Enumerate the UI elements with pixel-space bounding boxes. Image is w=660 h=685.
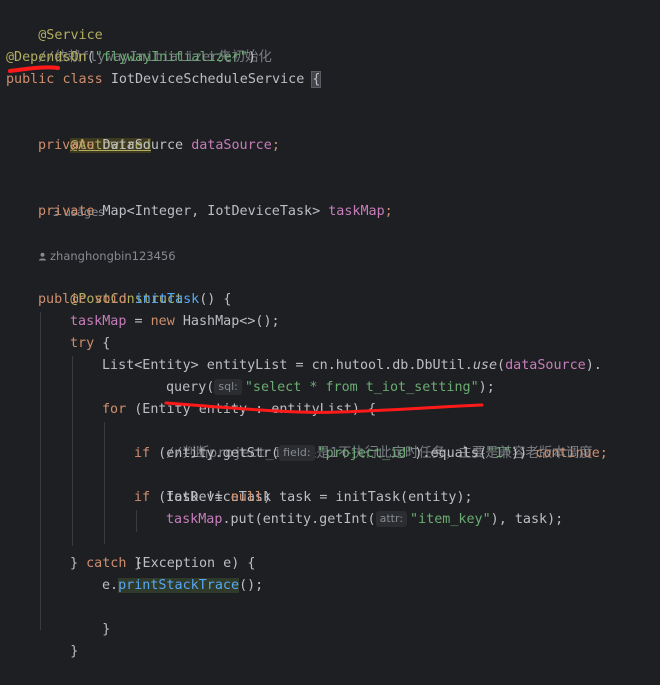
code-text: (Exception e) {: [126, 556, 256, 571]
keyword-if: if: [134, 446, 151, 461]
author-label[interactable]: zhanghongbin123456: [50, 249, 176, 263]
semicolon: ;: [271, 138, 280, 153]
code-text: {: [94, 336, 111, 351]
author-hint[interactable]: zhanghongbin123456: [38, 245, 176, 267]
brace-match-highlight: {: [311, 71, 322, 88]
keyword-try: try: [70, 336, 95, 351]
keyword-for: for: [102, 402, 127, 417]
code-line-1: @Service: [6, 3, 103, 43]
code-line-27: }: [38, 619, 78, 659]
code-line-11: @PostConstruct: [38, 267, 183, 307]
code-line-4: public class IotDeviceScheduleService {: [6, 69, 322, 91]
string-itemkey: "item_key": [410, 512, 491, 527]
method-query: query(: [166, 380, 215, 395]
code-line-23: }: [102, 531, 142, 571]
keyword-void: void: [94, 292, 127, 307]
keyword-private: private: [38, 138, 95, 153]
field-taskmap: taskMap: [328, 204, 385, 219]
code-text: ();: [239, 578, 264, 593]
code-line-22: taskMap.put(entity.getInt(attr: "item_key…: [166, 509, 563, 531]
code-text: (task !=: [150, 490, 231, 505]
code-text: ).equals(: [414, 446, 487, 461]
code-text: List<Entity> entityList = cn.hutool.db.D…: [102, 358, 473, 373]
paren: ): [247, 50, 256, 65]
code-text: () {: [199, 292, 232, 307]
indent-guide: [72, 356, 73, 546]
type-name: Map<Integer, IotDeviceTask>: [102, 204, 321, 219]
code-text: =: [126, 314, 151, 329]
paren: ): [263, 490, 272, 505]
code-text: )): [511, 446, 536, 461]
code-text: HashMap<>();: [174, 314, 280, 329]
closing-brace: }: [70, 556, 87, 571]
indent-guide: [104, 422, 105, 544]
parameter-hint-sql: sql:: [214, 379, 242, 395]
code-line-15: List<Entity> entityList = cn.hutool.db.D…: [102, 355, 602, 377]
code-text: (entity.getStr(: [150, 446, 280, 461]
code-line-2: //依赖flywayInitializer先初始化: [6, 25, 272, 65]
field-datasource: dataSource: [505, 358, 586, 373]
closing-brace: }: [102, 622, 111, 637]
closing-brace: }: [70, 644, 79, 659]
string-projectid: "project_id": [317, 446, 415, 461]
code-line-19: if (entity.getStr(field: "project_id").eq…: [134, 443, 608, 465]
code-line-24: } catch (Exception e) {: [70, 553, 255, 575]
keyword-new: new: [150, 314, 175, 329]
code-text: .put(entity.getInt(: [222, 512, 376, 527]
method-use: use: [472, 358, 498, 373]
keyword-null: null: [230, 490, 263, 505]
parameter-hint-attr: attr:: [375, 511, 408, 527]
code-text: );: [478, 380, 495, 395]
code-line-26: }: [70, 597, 110, 637]
field-taskmap: taskMap: [166, 512, 223, 527]
type-name: DataSource: [102, 138, 184, 153]
paren: (: [86, 50, 95, 65]
dependson-annotation: @DependsOn: [6, 50, 87, 65]
parameter-hint-field: field:: [279, 445, 315, 461]
code-text: (Entity entity : entityList) {: [126, 402, 377, 417]
field-datasource: dataSource: [191, 138, 272, 153]
code-line-7: private DataSource dataSource;: [38, 135, 280, 157]
code-editor[interactable]: @Service //依赖flywayInitializer先初始化 @Depe…: [0, 0, 660, 659]
class-name: IotDeviceScheduleService: [110, 72, 305, 87]
code-text: ), task);: [490, 512, 564, 527]
code-line-9: private Map<Integer, IotDeviceTask> task…: [38, 201, 393, 223]
semicolon: ;: [599, 446, 608, 461]
sql-string: "select * from t_iot_setting": [244, 380, 479, 395]
method-printstacktrace: printStackTrace: [118, 578, 240, 593]
keyword-public: public: [6, 72, 55, 87]
method-inittask: initTask: [134, 292, 200, 307]
field-taskmap: taskMap: [70, 314, 127, 329]
keyword-private: private: [38, 204, 95, 219]
paren: (: [497, 358, 506, 373]
code-line-18: //判断project_id如果是1不执行此定时任务，主要是兼容老版本调度: [134, 421, 592, 461]
usages-hint[interactable]: 3 usages: [38, 179, 105, 219]
keyword-continue: continue: [535, 446, 600, 461]
code-line-25: e.printStackTrace();: [102, 575, 263, 597]
code-line-21: if (task != null): [134, 487, 271, 509]
code-text: e.: [102, 578, 119, 593]
code-line-14: try {: [70, 333, 110, 355]
indent-guide: [40, 312, 41, 630]
string-one: "1": [486, 446, 512, 461]
code-line-20: IotDeviceTask task = initTask(entity);: [134, 465, 472, 505]
code-line-16: query(sql: "select * from t_iot_setting")…: [166, 377, 495, 399]
keyword-class: class: [62, 72, 103, 87]
code-text: ).: [585, 358, 602, 373]
keyword-catch: catch: [86, 556, 127, 571]
code-line-3: @DependsOn("flywayInitializer"): [6, 47, 256, 69]
keyword-public: public: [38, 292, 87, 307]
code-line-12: public void initTask() {: [38, 289, 232, 311]
dependson-string: "flywayInitializer": [94, 50, 248, 65]
user-icon: [38, 252, 47, 261]
code-line-17: for (Entity entity : entityList) {: [102, 399, 376, 421]
keyword-if: if: [134, 490, 151, 505]
code-line-13: taskMap = new HashMap<>();: [70, 311, 280, 333]
semicolon: ;: [384, 204, 393, 219]
code-line-6: @Autowired: [38, 113, 151, 153]
